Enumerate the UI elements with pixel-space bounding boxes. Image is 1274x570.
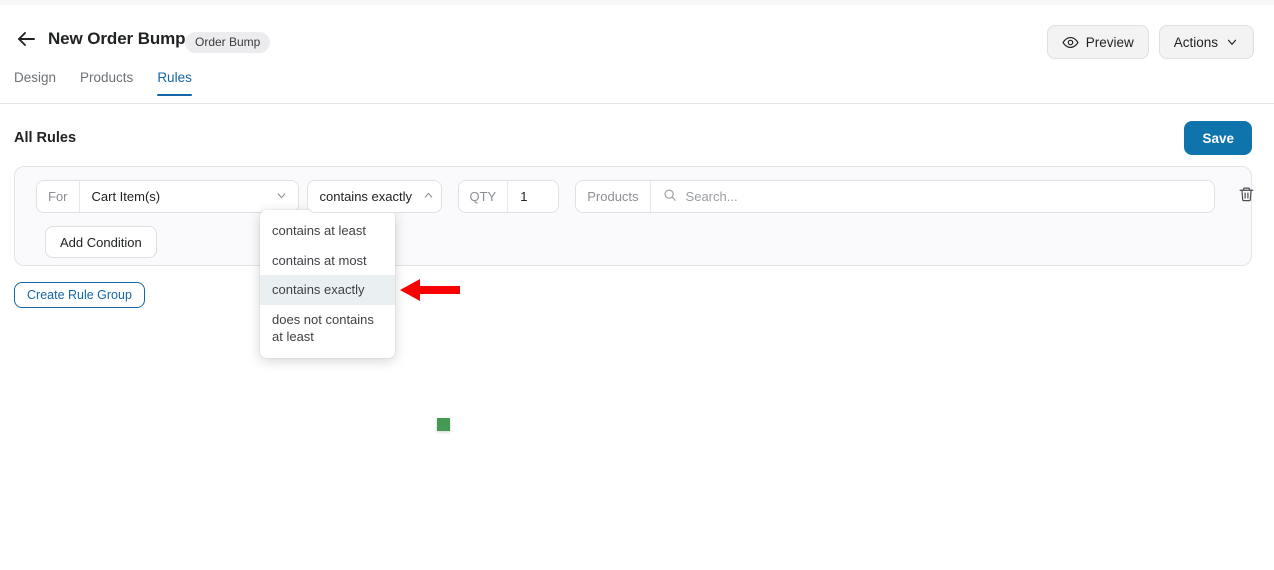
tab-rules[interactable]: Rules [145, 70, 204, 96]
delete-condition-button[interactable] [1233, 182, 1259, 212]
save-button[interactable]: Save [1184, 121, 1252, 155]
qty-input[interactable]: 1 [508, 181, 559, 212]
chevron-up-icon [422, 189, 435, 205]
operator-dropdown-menu: contains at least contains at most conta… [260, 210, 395, 358]
red-arrow-annotation [398, 277, 462, 303]
chevron-down-icon [1225, 35, 1239, 49]
actions-button[interactable]: Actions [1158, 25, 1254, 59]
tab-products[interactable]: Products [68, 70, 145, 96]
products-label: Products [576, 181, 651, 212]
dropdown-option-does-not-contains-at-least[interactable]: does not contains at least [260, 305, 395, 352]
product-search-input[interactable]: Search... [650, 181, 1215, 212]
trash-icon [1238, 186, 1255, 208]
tabs-divider [0, 103, 1274, 104]
order-bump-badge: Order Bump [185, 32, 271, 53]
tab-bar: Design Products Rules [0, 70, 1274, 102]
chevron-down-icon [275, 189, 288, 205]
dropdown-option-contains-at-most[interactable]: contains at most [260, 246, 395, 276]
page-header: New Order Bump Order Bump Preview Action… [0, 5, 1274, 65]
create-rule-group-button[interactable]: Create Rule Group [14, 282, 145, 308]
subject-value: Cart Item(s) [91, 189, 161, 204]
rule-group-card: For Cart Item(s) contains exactly QTY 1 … [14, 166, 1254, 266]
search-icon [663, 188, 677, 205]
tab-design[interactable]: Design [14, 70, 68, 96]
products-field-group: Products Search... [575, 180, 1216, 213]
header-actions: Preview Actions [1046, 25, 1254, 59]
operator-select[interactable]: contains exactly [307, 181, 441, 212]
subject-field-group: For Cart Item(s) [36, 180, 299, 213]
all-rules-title: All Rules [14, 130, 77, 146]
operator-field-group: contains exactly [306, 180, 442, 213]
subject-select[interactable]: Cart Item(s) [79, 181, 298, 212]
add-condition-button[interactable]: Add Condition [45, 226, 157, 258]
qty-field-group: QTY 1 [457, 180, 560, 213]
actions-label: Actions [1173, 34, 1218, 50]
dropdown-option-contains-at-least[interactable]: contains at least [260, 216, 395, 246]
rule-condition-row: For Cart Item(s) contains exactly QTY 1 … [36, 180, 1259, 213]
qty-label: QTY [458, 181, 509, 212]
dropdown-option-contains-exactly[interactable]: contains exactly [260, 275, 395, 305]
page-title: New Order Bump [48, 29, 186, 48]
preview-button[interactable]: Preview [1046, 25, 1149, 59]
product-search-placeholder: Search... [685, 189, 738, 204]
for-label: For [37, 181, 80, 212]
operator-value: contains exactly [319, 189, 413, 204]
eye-icon [1062, 34, 1079, 51]
green-cursor-marker [437, 418, 450, 431]
back-arrow-icon[interactable] [14, 27, 38, 51]
preview-label: Preview [1085, 34, 1134, 50]
